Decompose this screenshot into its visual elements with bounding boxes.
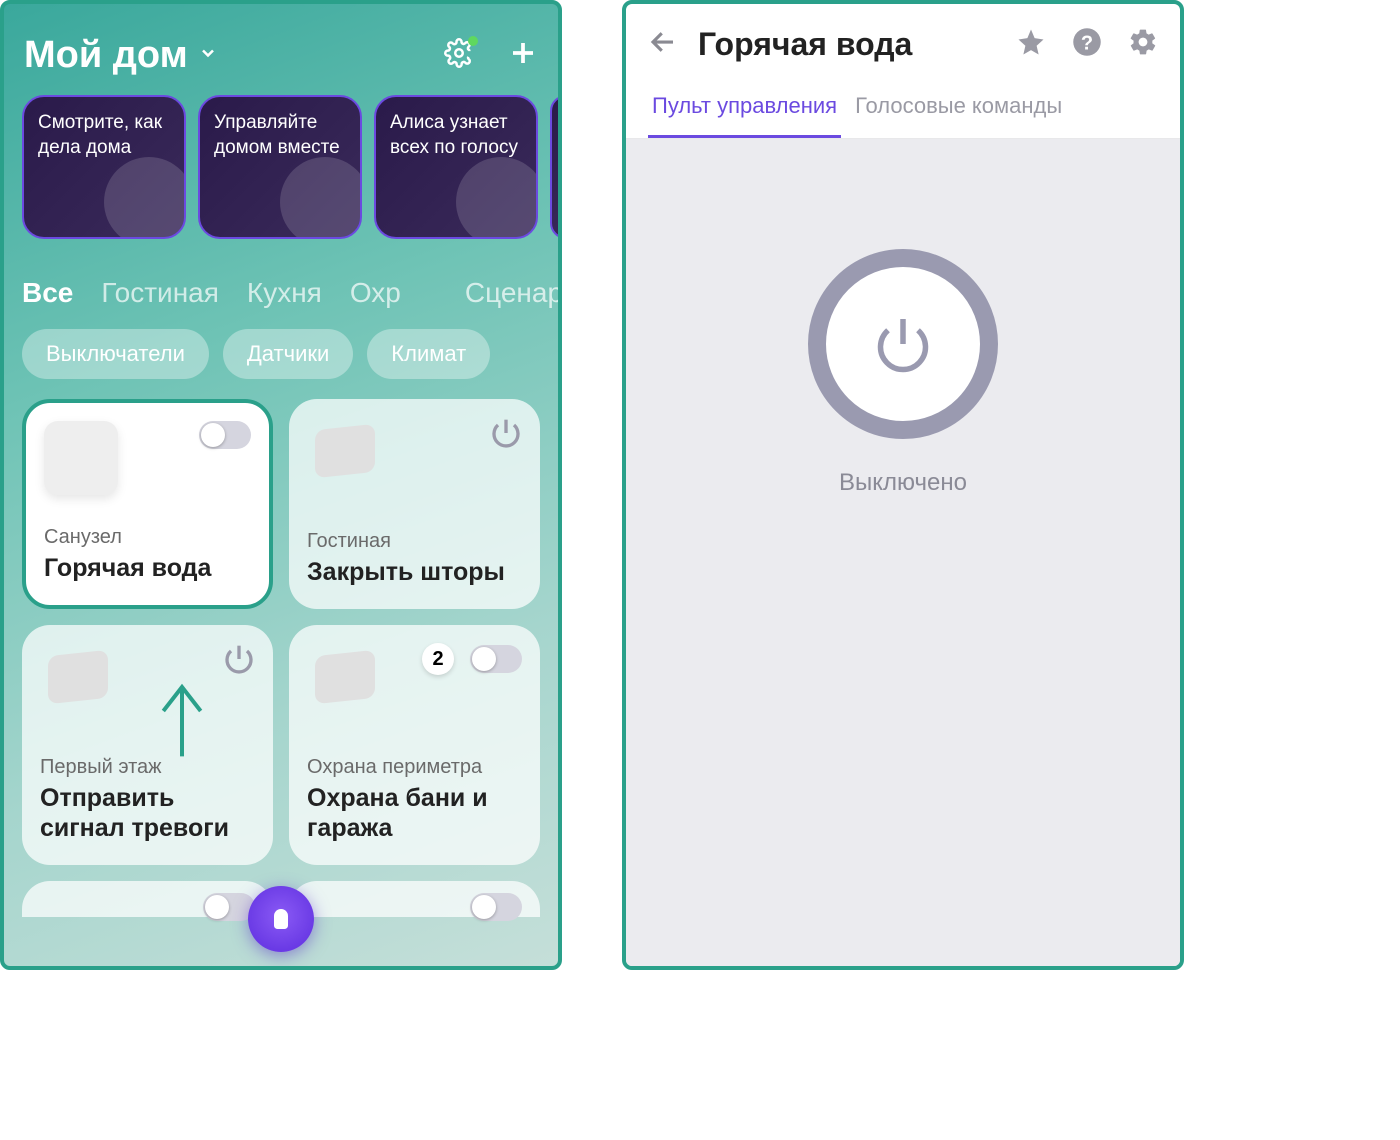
chip-switches[interactable]: Выключатели — [22, 329, 209, 379]
home-screen: Мой дом Смотрите, как дела дома Управляй… — [0, 0, 562, 970]
hub-icon — [307, 417, 381, 491]
toggle-switch[interactable] — [199, 421, 251, 449]
device-detail-screen: Горячая вода ? Пульт управления Голосовы… — [622, 0, 1184, 970]
home-title: Мой дом — [24, 34, 188, 77]
device-name: Горячая вода — [44, 553, 251, 583]
help-icon[interactable]: ? — [1072, 27, 1102, 62]
chevron-down-icon — [198, 43, 218, 68]
toggle-switch[interactable] — [470, 645, 522, 673]
tab-voice-commands[interactable]: Голосовые команды — [851, 81, 1066, 138]
device-name: Закрыть шторы — [307, 557, 522, 587]
detail-title: Горячая вода — [698, 26, 996, 63]
promo-text: Алиса узнает всех по голосу — [390, 112, 518, 158]
room-label: Охрана периметра — [307, 756, 522, 779]
home-title-dropdown[interactable]: Мой дом — [24, 34, 218, 77]
gear-icon[interactable] — [444, 38, 474, 73]
switch-icon — [44, 421, 118, 495]
chip-climate[interactable]: Климат — [367, 329, 490, 379]
device-card-partial[interactable] — [22, 881, 273, 917]
room-label: Первый этаж — [40, 756, 255, 779]
power-state-label: Выключено — [839, 469, 967, 497]
tab-living-room[interactable]: Гостиная — [101, 277, 219, 309]
notification-dot — [468, 36, 478, 46]
device-name: Охрана бани и гаража — [307, 783, 522, 843]
device-card-guard[interactable]: 2 Охрана периметра Охрана бани и гаража — [289, 625, 540, 865]
device-name: Отправить сигнал тревоги — [40, 783, 255, 843]
hub-icon — [307, 643, 381, 717]
detail-tabs: Пульт управления Голосовые команды — [626, 73, 1180, 139]
settings-icon[interactable] — [1128, 27, 1158, 62]
power-icon[interactable] — [223, 643, 255, 680]
star-icon[interactable] — [1016, 27, 1046, 62]
promo-text: Управляйте домом вместе — [214, 112, 340, 158]
alice-button[interactable] — [248, 886, 314, 952]
svg-text:?: ? — [1081, 33, 1093, 55]
phone-icon — [280, 157, 362, 239]
detail-header: Горячая вода ? — [626, 4, 1180, 73]
filter-chips: Выключатели Датчики Климат — [4, 329, 558, 399]
header-actions — [444, 38, 538, 73]
detail-body: Выключено — [626, 139, 1180, 966]
camera-icon — [104, 157, 186, 239]
home-header: Мой дом — [4, 4, 558, 87]
promo-card[interactable]: Н — [550, 95, 558, 239]
device-card-partial[interactable] — [289, 881, 540, 917]
tab-kitchen[interactable]: Кухня — [247, 277, 322, 309]
device-count-badge: 2 — [422, 643, 454, 675]
promo-card[interactable]: Смотрите, как дела дома — [22, 95, 186, 239]
device-card-hot-water[interactable]: Санузел Горячая вода — [22, 399, 273, 609]
toggle-switch[interactable] — [470, 893, 522, 921]
plus-icon[interactable] — [508, 38, 538, 73]
chip-sensors[interactable]: Датчики — [223, 329, 353, 379]
tab-security[interactable]: Охр — [350, 277, 401, 309]
hub-icon — [40, 643, 114, 717]
device-card-alarm[interactable]: Первый этаж Отправить сигнал тревоги — [22, 625, 273, 865]
room-label: Гостиная — [307, 530, 522, 553]
device-card-curtains[interactable]: Гостиная Закрыть шторы — [289, 399, 540, 609]
device-grid: Санузел Горячая вода Гостиная Закрыть шт… — [4, 399, 558, 865]
room-tabs: Все Гостиная Кухня Охр Сценарии — [4, 247, 558, 329]
promo-carousel[interactable]: Смотрите, как дела дома Управляйте домом… — [4, 87, 558, 247]
promo-card[interactable]: Алиса узнает всех по голосу — [374, 95, 538, 239]
alice-icon — [274, 909, 288, 929]
room-label: Санузел — [44, 526, 251, 549]
promo-card[interactable]: Управляйте домом вместе — [198, 95, 362, 239]
power-button[interactable] — [808, 249, 998, 439]
tab-control[interactable]: Пульт управления — [648, 81, 841, 138]
tab-scenarios[interactable]: Сценарии — [465, 277, 558, 309]
detail-actions: ? — [1016, 27, 1158, 62]
speaker-icon — [456, 157, 538, 239]
arrow-left-icon[interactable] — [648, 27, 678, 62]
tab-all[interactable]: Все — [22, 277, 73, 309]
power-icon[interactable] — [490, 417, 522, 454]
promo-text: Смотрите, как дела дома — [38, 112, 162, 158]
